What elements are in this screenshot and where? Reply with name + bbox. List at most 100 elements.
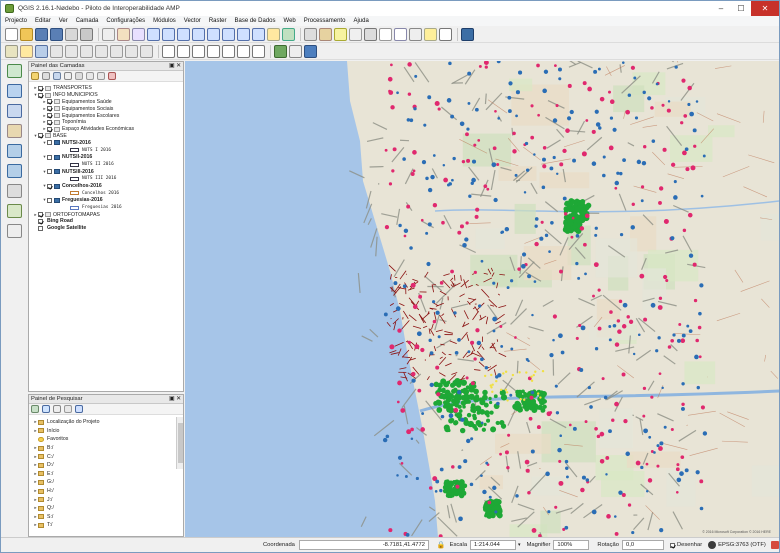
filter-browser-icon[interactable] [53, 405, 61, 413]
menu-camada[interactable]: Camada [72, 18, 103, 24]
touch-zoom-icon[interactable] [102, 27, 115, 41]
move-feature-icon[interactable] [65, 44, 78, 58]
identify-icon[interactable] [304, 27, 317, 41]
add-delimited-text-icon[interactable] [7, 184, 22, 198]
sum-icon[interactable] [394, 27, 407, 41]
layer-visibility-checkbox[interactable] [38, 218, 43, 224]
open-project-icon[interactable] [20, 27, 33, 41]
save-edits-icon[interactable] [35, 44, 48, 58]
pin-labels-icon[interactable] [177, 44, 190, 58]
composer-manager-icon[interactable] [80, 27, 93, 41]
layer-visibility-checkbox[interactable] [47, 119, 52, 125]
layer-item-concelhos-2016[interactable]: ▾ Concelhos-2016 [29, 183, 183, 190]
zoom-selection-icon[interactable] [207, 27, 220, 41]
zoom-last-icon[interactable] [222, 27, 235, 41]
menu-projecto[interactable]: Projecto [1, 18, 31, 24]
pan-icon[interactable] [117, 27, 130, 41]
layer-visibility-checkbox[interactable] [47, 113, 52, 119]
properties-icon[interactable] [75, 405, 83, 413]
zoom-full-icon[interactable] [177, 27, 190, 41]
plugin-b-icon[interactable] [289, 44, 302, 58]
browser-item-s-[interactable]: ▸ S:/ [29, 513, 183, 522]
collapse-browser-icon[interactable] [64, 405, 72, 413]
add-wcs-layer-icon[interactable] [7, 164, 22, 178]
maximize-button[interactable]: ☐ [731, 1, 751, 16]
menu-editar[interactable]: Editar [31, 18, 55, 24]
zoom-native-icon[interactable] [252, 27, 265, 41]
layer-item-info-municipios[interactable]: ▾ INFO MUNICIPIOS [29, 92, 183, 99]
layer-item-freguesias-2016[interactable]: ▾ Freguesias-2016 [29, 197, 183, 204]
copy-features-icon[interactable] [125, 44, 138, 58]
crs-globe-icon[interactable] [708, 541, 717, 549]
layer-visibility-checkbox[interactable] [38, 85, 43, 91]
filter-legend-icon[interactable] [64, 72, 72, 80]
collapse-all-icon[interactable] [97, 72, 105, 80]
scale-field[interactable]: 1:214.044 [470, 540, 517, 550]
layer-visibility-checkbox[interactable] [38, 133, 43, 139]
zoom-next-icon[interactable] [237, 27, 250, 41]
browser-item-h-[interactable]: ▸ H:/ [29, 487, 183, 496]
layer-visibility-checkbox[interactable] [38, 92, 43, 98]
cut-features-icon[interactable] [110, 44, 123, 58]
current-edits-icon[interactable] [5, 44, 18, 58]
browser-item-c-[interactable]: ▸ C:/ [29, 452, 183, 461]
layer-item-nutsi-2016[interactable]: ▾ NUTSI-2016 [29, 139, 183, 146]
browser-scrollbar[interactable] [176, 417, 183, 469]
paste-features-icon[interactable] [140, 44, 153, 58]
rotate-label-icon[interactable] [237, 44, 250, 58]
save-as-icon[interactable] [50, 27, 63, 41]
python-console-icon[interactable] [461, 27, 474, 41]
add-wms-layer-icon[interactable] [7, 144, 22, 158]
layer-item-bing-road[interactable]: Bing Road [29, 218, 183, 225]
map-rendering[interactable] [185, 61, 779, 537]
menu-ver[interactable]: Ver [55, 18, 72, 24]
render-checkbox[interactable] [670, 542, 675, 548]
add-vector-layer-icon[interactable] [7, 64, 22, 78]
menu-base-de-dados[interactable]: Base de Dados [230, 18, 279, 24]
layer-item-equipamentos-sa-de[interactable]: ▸ Equipamentos Saúde [29, 99, 183, 106]
add-feature-icon[interactable] [50, 44, 63, 58]
add-postgis-layer-icon[interactable] [7, 104, 22, 118]
menu-web[interactable]: Web [280, 18, 300, 24]
browser-item-in-cio[interactable]: ▸ Início [29, 427, 183, 436]
layer-visibility-checkbox[interactable] [47, 106, 52, 112]
menu-vector[interactable]: Vector [180, 18, 205, 24]
layer-visibility-checkbox[interactable] [47, 126, 52, 132]
node-tool-icon[interactable] [80, 44, 93, 58]
text-annotation-icon[interactable] [439, 27, 452, 41]
statistics-icon[interactable] [379, 27, 392, 41]
save-project-icon[interactable] [35, 27, 48, 41]
layer-item-transportes[interactable]: ▸ TRANSPORTES [29, 85, 183, 92]
layer-visibility-checkbox[interactable] [47, 183, 52, 189]
remove-layer-icon[interactable] [108, 72, 116, 80]
refresh-browser-icon[interactable] [42, 405, 50, 413]
print-composer-icon[interactable] [65, 27, 78, 41]
bookmark-icon[interactable] [267, 27, 280, 41]
zoom-in-icon[interactable] [147, 27, 160, 41]
crs-status[interactable]: EPSG:3763 (OTF) [718, 542, 766, 548]
refresh-icon[interactable] [282, 27, 295, 41]
change-label-icon[interactable] [252, 44, 265, 58]
style-panel-icon[interactable] [31, 72, 39, 80]
menu-processamento[interactable]: Processamento [300, 18, 350, 24]
map-tips-icon[interactable] [424, 27, 437, 41]
highlight-pinned-icon[interactable] [192, 44, 205, 58]
browser-item-favoritos[interactable]: Favoritos [29, 435, 183, 444]
add-virtual-layer-icon[interactable] [7, 204, 22, 218]
rotation-field[interactable]: 0,0 [622, 540, 664, 550]
browser-item-localiza-o-do-projeto[interactable]: ▸ Localização do Projeto [29, 418, 183, 427]
scrollbar-thumb[interactable] [178, 423, 183, 463]
panel-float-close-icons[interactable]: ▣ ✕ [169, 63, 181, 69]
layer-visibility-checkbox[interactable] [47, 154, 52, 160]
expand-all-icon[interactable] [86, 72, 94, 80]
layer-item-equipamentos-escolares[interactable]: ▸ Equipamentos Escolares [29, 112, 183, 119]
select-icon[interactable] [334, 27, 347, 41]
menu-m-dulos[interactable]: Módulos [149, 18, 180, 24]
layer-item-google-satellite[interactable]: Google Satellite [29, 225, 183, 232]
move-label-icon[interactable] [222, 44, 235, 58]
browser-item-b-[interactable]: ▸ B:/ [29, 444, 183, 453]
manage-visibility-icon[interactable] [53, 72, 61, 80]
new-project-icon[interactable] [5, 27, 18, 41]
add-raster-layer-icon[interactable] [7, 84, 22, 98]
layer-visibility-checkbox[interactable] [47, 197, 52, 203]
